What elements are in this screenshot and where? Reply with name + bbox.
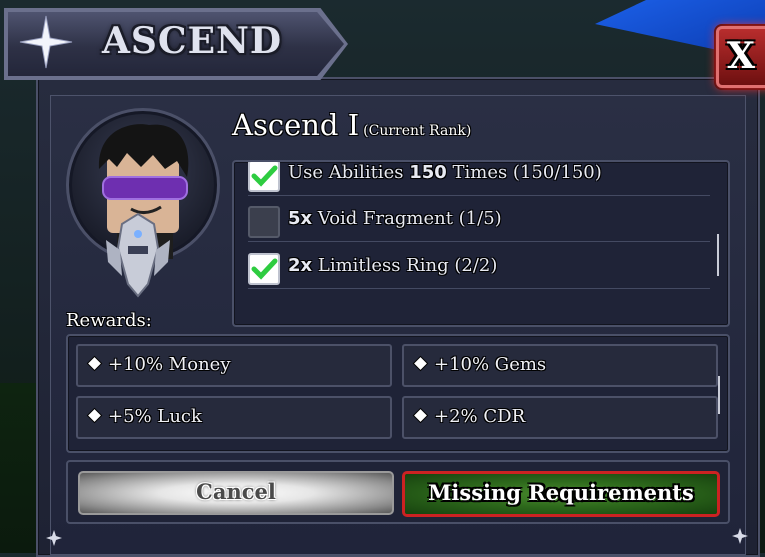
diamond-icon bbox=[88, 357, 101, 370]
checkbox-checked bbox=[248, 162, 280, 192]
diamond-icon bbox=[88, 409, 101, 422]
close-icon: X bbox=[727, 35, 755, 77]
action-bar: Cancel Missing Requirements bbox=[66, 460, 730, 524]
rewards-label: Rewards: bbox=[66, 310, 152, 331]
rank-name: Ascend I bbox=[232, 108, 360, 142]
reward-item: +2% CDR bbox=[402, 396, 718, 439]
reward-text: +2% CDR bbox=[434, 406, 526, 427]
checkmark-icon bbox=[251, 165, 278, 187]
list-item: 5x Void Fragment (1/5) bbox=[248, 198, 710, 242]
close-button[interactable]: X bbox=[716, 26, 765, 88]
rank-emblem-icon bbox=[106, 212, 170, 298]
cancel-label: Cancel bbox=[196, 479, 276, 504]
reward-item: +10% Gems bbox=[402, 344, 718, 387]
requirements-scrollbar[interactable] bbox=[717, 234, 719, 276]
reward-text: +5% Luck bbox=[108, 406, 202, 427]
corner-star-icon bbox=[46, 530, 62, 546]
diamond-icon bbox=[414, 409, 427, 422]
rank-subtitle: (Current Rank) bbox=[363, 123, 472, 139]
requirement-text: Use Abilities 150 Times (150/150) bbox=[288, 162, 602, 183]
list-item: 2x Limitless Ring (2/2) bbox=[248, 245, 710, 289]
list-item: Use Abilities 150 Times (150/150) bbox=[248, 162, 710, 196]
rank-heading: Ascend I (Current Rank) bbox=[232, 108, 471, 142]
checkmark-icon bbox=[251, 258, 278, 280]
missing-requirements-button[interactable]: Missing Requirements bbox=[402, 471, 720, 517]
checkbox-checked bbox=[248, 253, 280, 285]
corner-star-icon bbox=[732, 528, 748, 544]
rewards-scrollbar[interactable] bbox=[718, 376, 720, 414]
reward-text: +10% Gems bbox=[434, 354, 547, 375]
missing-requirements-label: Missing Requirements bbox=[428, 480, 694, 505]
star-icon bbox=[19, 15, 73, 69]
diamond-icon bbox=[414, 357, 427, 370]
checkbox-unchecked bbox=[248, 206, 280, 238]
reward-item: +5% Luck bbox=[76, 396, 392, 439]
requirement-text: 2x Limitless Ring (2/2) bbox=[288, 255, 498, 276]
reward-text: +10% Money bbox=[108, 354, 231, 375]
requirements-list[interactable]: Use Abilities 150 Times (150/150) 5x Voi… bbox=[232, 160, 730, 327]
cancel-button[interactable]: Cancel bbox=[78, 471, 394, 515]
reward-item: +10% Money bbox=[76, 344, 392, 387]
page-title: ASCEND bbox=[102, 20, 283, 62]
rewards-list: +10% Money +10% Gems +5% Luck +2% CDR bbox=[66, 334, 730, 453]
requirement-text: 5x Void Fragment (1/5) bbox=[288, 208, 502, 229]
